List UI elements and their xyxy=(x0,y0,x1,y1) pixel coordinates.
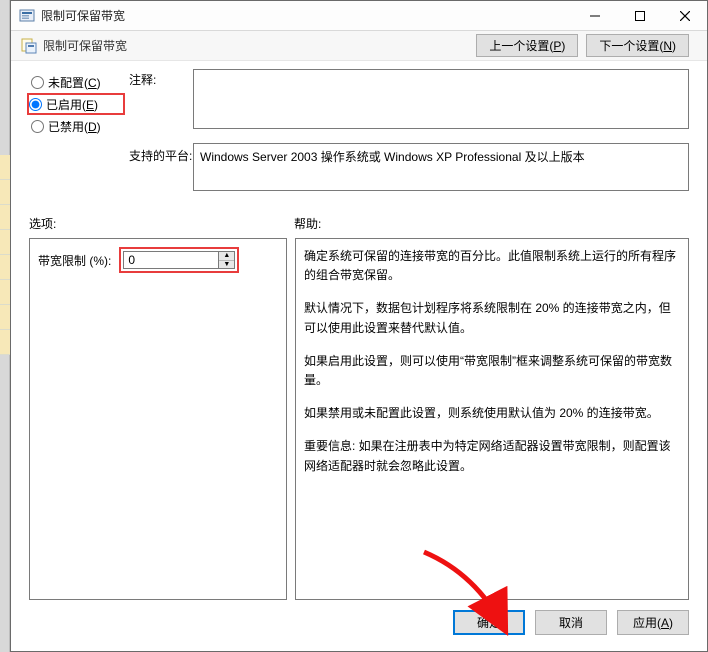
help-paragraph: 默认情况下，数据包计划程序将系统限制在 20% 的连接带宽之内，但可以使用此设置… xyxy=(304,299,680,337)
background-window-sliver xyxy=(0,0,10,652)
note-textarea[interactable] xyxy=(193,69,689,129)
policy-doc-icon xyxy=(21,38,37,54)
dialog-body: 未配置(C) 已启用(E) 已禁用(D) 注释: 支持的平台: Windows xyxy=(11,61,707,651)
radio-not-configured[interactable]: 未配置(C) xyxy=(29,71,125,93)
titlebar: 限制可保留带宽 xyxy=(11,1,707,31)
previous-setting-button[interactable]: 上一个设置(P) xyxy=(476,34,578,57)
note-label: 注释: xyxy=(129,69,189,88)
maximize-button[interactable] xyxy=(617,1,662,30)
help-pane: 确定系统可保留的连接带宽的百分比。此值限制系统上运行的所有程序的组合带宽保留。 … xyxy=(295,238,689,600)
help-section-label: 帮助: xyxy=(294,215,321,232)
radio-not-configured-label: 未配置(C) xyxy=(48,74,101,91)
state-radio-group: 未配置(C) 已启用(E) 已禁用(D) xyxy=(29,69,125,137)
spinner-down-icon[interactable]: ▼ xyxy=(219,261,234,269)
options-pane: 带宽限制 (%): ▲ ▼ xyxy=(29,238,287,600)
policy-icon xyxy=(19,8,35,24)
radio-enabled[interactable]: 已启用(E) xyxy=(27,93,125,115)
radio-enabled-label: 已启用(E) xyxy=(46,96,98,113)
help-paragraph: 重要信息: 如果在注册表中为特定网络适配器设置带宽限制，则配置该网络适配器时就会… xyxy=(304,437,680,475)
radio-not-configured-input[interactable] xyxy=(31,76,44,89)
policy-dialog: 限制可保留带宽 限制可保留带宽 上一个设置(P) xyxy=(10,0,708,652)
supported-platform-box: Windows Server 2003 操作系统或 Windows XP Pro… xyxy=(193,143,689,191)
help-paragraph: 如果禁用或未配置此设置，则系统使用默认值为 20% 的连接带宽。 xyxy=(304,404,680,423)
radio-disabled-input[interactable] xyxy=(31,120,44,133)
bandwidth-spinner[interactable]: ▲ ▼ xyxy=(219,251,235,269)
close-button[interactable] xyxy=(662,1,707,30)
policy-name: 限制可保留带宽 xyxy=(43,37,127,54)
radio-disabled-label: 已禁用(D) xyxy=(48,118,101,135)
ok-button[interactable]: 确定 xyxy=(453,610,525,635)
platform-label: 支持的平台: xyxy=(129,137,189,164)
cancel-button[interactable]: 取消 xyxy=(535,610,607,635)
supported-platform-text: Windows Server 2003 操作系统或 Windows XP Pro… xyxy=(200,150,585,164)
bandwidth-limit-label: 带宽限制 (%): xyxy=(38,252,111,269)
window-title: 限制可保留带宽 xyxy=(41,7,125,24)
help-paragraph: 确定系统可保留的连接带宽的百分比。此值限制系统上运行的所有程序的组合带宽保留。 xyxy=(304,247,680,285)
spinner-up-icon[interactable]: ▲ xyxy=(219,252,234,261)
radio-enabled-input[interactable] xyxy=(29,98,42,111)
header-strip: 限制可保留带宽 上一个设置(P) 下一个设置(N) xyxy=(11,31,707,61)
dialog-content: 限制可保留带宽 上一个设置(P) 下一个设置(N) 未配置(C) xyxy=(11,31,707,651)
minimize-button[interactable] xyxy=(572,1,617,30)
apply-button[interactable]: 应用(A) xyxy=(617,610,689,635)
bandwidth-limit-highlight: ▲ ▼ xyxy=(119,247,239,273)
options-section-label: 选项: xyxy=(29,215,294,232)
radio-disabled[interactable]: 已禁用(D) xyxy=(29,115,125,137)
help-paragraph: 如果启用此设置，则可以使用“带宽限制”框来调整系统可保留的带宽数量。 xyxy=(304,352,680,390)
next-setting-button[interactable]: 下一个设置(N) xyxy=(586,34,689,57)
footer-buttons: 确定 取消 应用(A) xyxy=(29,600,689,641)
bandwidth-limit-input[interactable] xyxy=(123,251,219,269)
